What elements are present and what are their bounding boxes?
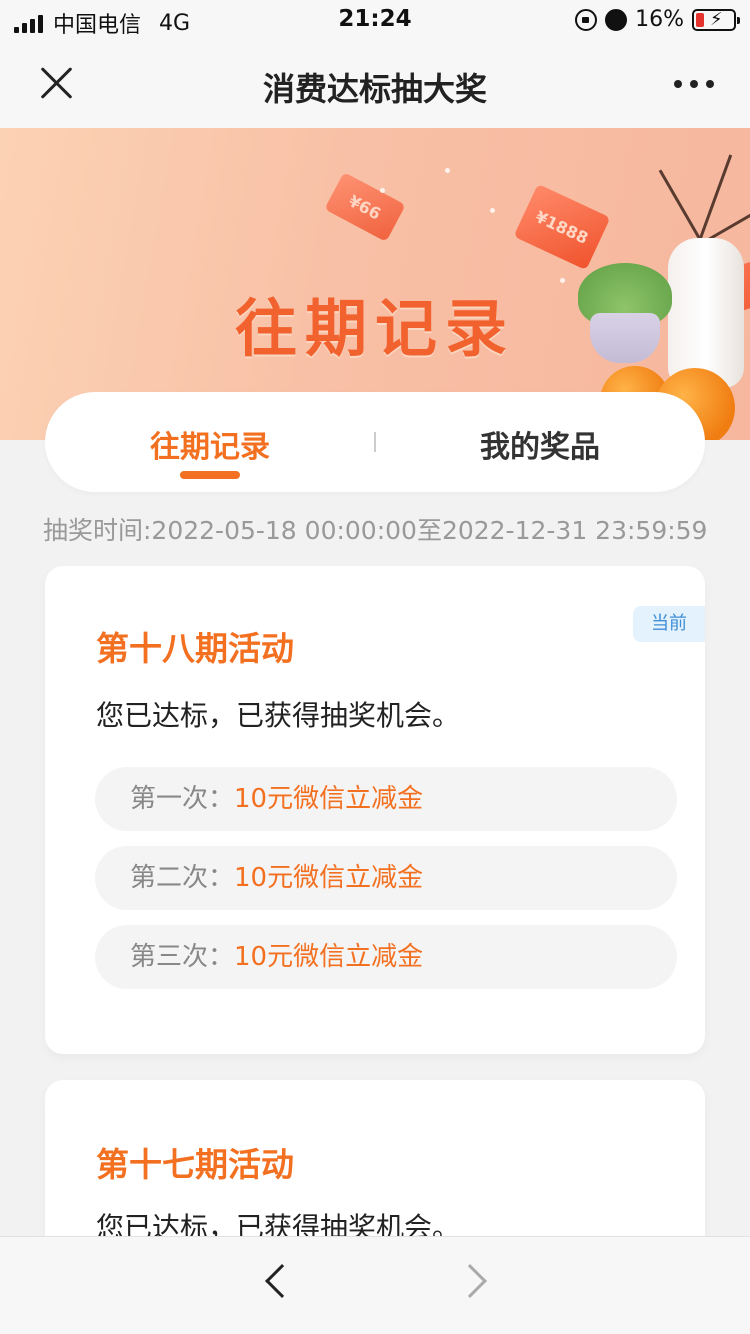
banner-title: 往期记录	[234, 292, 515, 365]
draw-prize: 10元微信立减金	[234, 942, 424, 972]
draw-record-row: 第二次：10元微信立减金	[95, 846, 677, 910]
activity-title: 第十八期活动	[96, 629, 294, 668]
activity-status: 您已达标，已获得抽奖机会。	[96, 699, 461, 732]
draw-label: 第一次：	[130, 784, 235, 814]
coupon-ticket: ¥66	[324, 172, 406, 242]
tab-bar: 往期记录 我的奖品	[45, 392, 705, 492]
draw-label: 第三次：	[130, 942, 235, 972]
battery-percent: 16%	[635, 7, 684, 32]
page-title: 消费达标抽大奖	[262, 70, 487, 108]
more-icon[interactable]	[674, 80, 714, 88]
status-bar: 中国电信 4G 21:24 16% ⚡	[0, 0, 750, 40]
browser-toolbar	[0, 1236, 750, 1334]
nav-bar: 消费达标抽大奖	[0, 40, 750, 128]
tab-active-indicator	[180, 471, 240, 479]
alarm-icon	[605, 8, 628, 31]
activity-card: 当前 第十八期活动 您已达标，已获得抽奖机会。 第一次：10元微信立减金 第二次…	[45, 566, 705, 1054]
tab-my-prizes[interactable]: 我的奖品	[390, 422, 690, 466]
battery-icon: ⚡	[692, 8, 740, 31]
draw-label: 第二次：	[130, 863, 235, 893]
draw-prize: 10元微信立减金	[234, 784, 424, 814]
draw-time-range: 抽奖时间:2022-05-18 00:00:00至2022-12-31 23:5…	[43, 516, 708, 545]
activity-title: 第十七期活动	[96, 1145, 294, 1184]
tab-history[interactable]: 往期记录	[60, 422, 360, 466]
draw-prize: 10元微信立减金	[234, 863, 424, 893]
coupon-ticket: ¥1888	[513, 183, 611, 271]
current-badge: 当前	[633, 606, 705, 642]
back-arrow-icon[interactable]	[265, 1264, 299, 1298]
draw-record-row: 第一次：10元微信立减金	[95, 767, 677, 831]
branch-decoration	[658, 169, 702, 241]
tab-divider	[374, 432, 376, 452]
draw-record-row: 第三次：10元微信立减金	[95, 925, 677, 989]
forward-arrow-icon[interactable]	[453, 1264, 487, 1298]
orientation-lock-icon	[575, 8, 598, 31]
